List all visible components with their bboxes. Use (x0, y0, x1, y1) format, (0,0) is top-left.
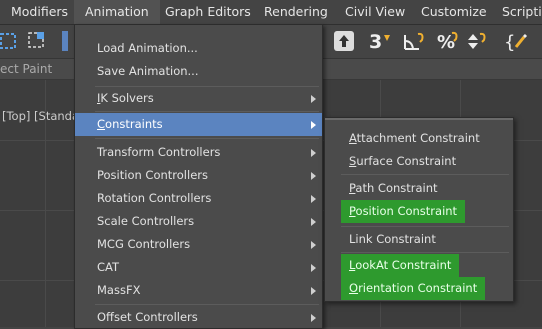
menu-separator (95, 138, 319, 139)
submenu-arrow-icon (311, 287, 316, 295)
menu-item-transform-controllers[interactable]: Transform Controllers (75, 141, 322, 164)
menu-item-cat[interactable]: CAT (75, 256, 322, 279)
menu-item-label: Transform Controllers (97, 145, 221, 159)
menu-item-save-animation[interactable]: Save Animation... (75, 60, 322, 83)
menu-separator (341, 252, 509, 253)
menu-item-label: IK Solvers (97, 87, 154, 110)
edit-named-selections-icon[interactable]: { (504, 29, 534, 53)
svg-text:{: { (504, 32, 515, 53)
main-menu-bar: Modifiers Animation Graph Editors Render… (0, 0, 542, 25)
menu-item-mnemonic: C (97, 117, 106, 131)
menu-separator (95, 304, 319, 305)
menu-item-mnemonic: O (349, 281, 359, 295)
submenu-arrow-icon (311, 264, 316, 272)
menu-item-link-constraint[interactable]: Link Constraint (341, 228, 444, 251)
menu-item-load-animation[interactable]: Load Animation... (75, 37, 322, 60)
menu-item-position-controllers[interactable]: Position Controllers (75, 164, 322, 187)
menu-graph-editors[interactable]: Graph Editors (165, 0, 251, 24)
submenu-arrow-icon (311, 218, 316, 226)
menu-item-surface-constraint[interactable]: Surface Constraint (341, 150, 464, 173)
menu-civil-view[interactable]: Civil View (345, 0, 405, 24)
menu-item-path-constraint[interactable]: Path Constraint (341, 177, 446, 200)
menu-item-label: osition Constraint (355, 204, 458, 218)
menu-scripting[interactable]: Scripting (502, 0, 542, 24)
menu-item-orientation-constraint[interactable]: Orientation Constraint (341, 277, 486, 300)
constraints-submenu: Attachment Constraint Surface Constraint… (324, 117, 514, 302)
menu-rendering[interactable]: Rendering (264, 0, 328, 24)
submenu-arrow-icon (311, 95, 316, 103)
menu-item-label-rest: K Solvers (100, 91, 154, 105)
submenu-arrow-icon (311, 121, 316, 129)
angle-snap-icon[interactable] (402, 29, 428, 53)
menu-item-label: ookAt Constraint (355, 258, 452, 272)
menu-item-label: Load Animation... (97, 41, 198, 55)
submenu-arrow-icon (311, 149, 316, 157)
submenu-arrow-icon (311, 241, 316, 249)
svg-text:3: 3 (369, 31, 382, 53)
menu-item-label: Scale Controllers (97, 214, 195, 228)
snap-3d-icon[interactable]: 3 (368, 29, 394, 53)
select-region-icon[interactable] (0, 29, 20, 53)
menu-item-label: MCG Controllers (97, 237, 191, 251)
submenu-arrow-icon (311, 314, 316, 322)
menu-separator (95, 111, 319, 112)
menu-item-position-constraint[interactable]: Position Constraint (341, 200, 466, 223)
menu-modifiers[interactable]: Modifiers (11, 0, 68, 24)
selection-filter-icon[interactable] (26, 29, 50, 53)
menu-item-offset-controllers[interactable]: Offset Controllers (75, 306, 322, 329)
submenu-arrow-icon (311, 195, 316, 203)
spinner-snap-icon[interactable] (464, 29, 490, 53)
menu-item-label: rientation Constraint (358, 281, 478, 295)
menu-item-lookat-constraint[interactable]: LookAt Constraint (341, 254, 460, 277)
menu-separator (341, 226, 509, 227)
submenu-top-band (325, 118, 513, 120)
menu-item-label: urface Constraint (356, 154, 457, 168)
menu-item-label-rest: onstraints (105, 117, 163, 131)
menu-item-label: Position Controllers (97, 168, 208, 182)
submenu-arrow-icon (311, 172, 316, 180)
percent-snap-icon[interactable]: % (436, 29, 460, 53)
ribbon-label[interactable]: ect Paint (0, 59, 52, 79)
svg-text:%: % (437, 32, 455, 53)
menu-item-label: Rotation Controllers (97, 191, 212, 205)
menu-item-constraints[interactable]: Constraints (75, 113, 322, 136)
menu-item-ik-solvers[interactable]: IK Solvers (75, 87, 322, 110)
menu-item-label: Save Animation... (97, 64, 199, 78)
viewport-label[interactable]: [Top] [Standa (2, 109, 79, 123)
menu-item-rotation-controllers[interactable]: Rotation Controllers (75, 187, 322, 210)
menu-animation[interactable]: Animation (74, 0, 160, 24)
select-and-place-icon[interactable] (332, 29, 356, 53)
menu-customize[interactable]: Customize (421, 0, 487, 24)
menu-item-label: ttachment Constraint (356, 131, 480, 145)
menu-item-label: ath Constraint (355, 181, 438, 195)
menu-item-label: CAT (97, 260, 120, 274)
menu-separator (341, 174, 509, 175)
menu-item-label: MassFX (97, 283, 141, 297)
menu-item-label: Offset Controllers (97, 310, 198, 324)
menu-item-mnemonic: A (349, 131, 357, 145)
menu-item-attachment-constraint[interactable]: Attachment Constraint (341, 127, 488, 150)
menu-item-scale-controllers[interactable]: Scale Controllers (75, 210, 322, 233)
menu-item-label: Constraints (97, 113, 163, 136)
menu-item-mcg-controllers[interactable]: MCG Controllers (75, 233, 322, 256)
menu-item-massfx[interactable]: MassFX (75, 279, 322, 302)
toolbar-handle-icon (60, 29, 70, 53)
animation-menu: Load Animation... Save Animation... IK S… (74, 24, 323, 329)
